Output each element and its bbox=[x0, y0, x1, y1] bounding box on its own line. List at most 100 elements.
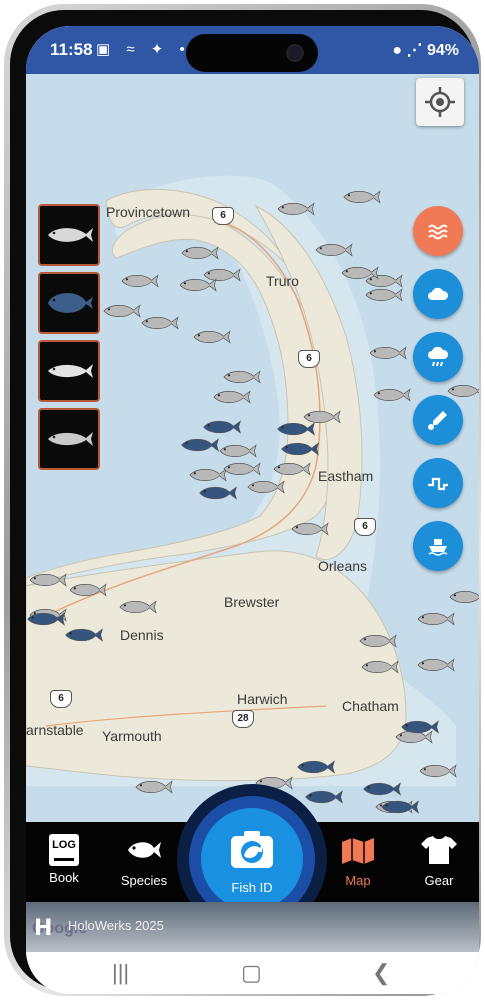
fish-marker[interactable] bbox=[274, 200, 318, 218]
species-thumbnail[interactable] bbox=[38, 340, 100, 402]
fish-marker[interactable] bbox=[416, 762, 460, 780]
fish-camera-icon bbox=[231, 831, 273, 868]
status-time: 11:58 bbox=[50, 40, 93, 59]
map-icon bbox=[342, 838, 374, 864]
fish-marker[interactable] bbox=[312, 241, 356, 259]
fish-marker[interactable] bbox=[216, 442, 260, 460]
thermometer-icon bbox=[428, 411, 447, 430]
flounder-marker[interactable] bbox=[64, 624, 104, 646]
place-label-brewster: Brewster bbox=[224, 594, 280, 610]
wave-pulse-icon bbox=[428, 477, 448, 491]
camera-cutout bbox=[186, 34, 318, 72]
fish-marker[interactable] bbox=[132, 778, 176, 796]
flounder-marker[interactable] bbox=[280, 438, 320, 460]
nav-gear-label: Gear bbox=[424, 873, 454, 888]
place-label-harwich: Harwich bbox=[237, 691, 288, 707]
tide-button[interactable] bbox=[413, 206, 463, 256]
temperature-button[interactable] bbox=[413, 395, 463, 445]
back-icon[interactable]: ❮ bbox=[372, 960, 390, 986]
fish-marker[interactable] bbox=[116, 598, 160, 616]
fish-marker[interactable] bbox=[446, 588, 479, 606]
fish-marker[interactable] bbox=[288, 520, 332, 538]
weather-button[interactable] bbox=[413, 269, 463, 319]
flounder-marker[interactable] bbox=[296, 756, 336, 778]
flounder-marker[interactable] bbox=[304, 786, 344, 808]
nav-gear[interactable]: Gear bbox=[404, 834, 474, 888]
phone-bezel: Provincetown Truro Eastham Orleans Brews… bbox=[10, 10, 479, 994]
status-battery-text: ● ⋰ 94% bbox=[392, 42, 459, 59]
place-label-eastham: Eastham bbox=[318, 468, 374, 484]
system-navigation-bar: ||| ▢ ❮ bbox=[26, 952, 479, 994]
place-label-orleans: Orleans bbox=[318, 558, 368, 574]
bluefish-icon bbox=[48, 432, 93, 446]
status-bar: 11:58 ▣ ≈ ✦ • ● ⋰ 94% bbox=[26, 26, 479, 74]
species-thumbnail[interactable] bbox=[38, 204, 100, 266]
nav-species-label: Species bbox=[120, 873, 168, 888]
recent-apps-icon[interactable]: ||| bbox=[112, 960, 129, 986]
nav-logbook[interactable]: LOG Book bbox=[29, 834, 99, 885]
flounder-marker[interactable] bbox=[198, 482, 238, 504]
fish-marker[interactable] bbox=[244, 478, 288, 496]
fish-icon bbox=[128, 842, 161, 858]
route-shield: 6 bbox=[354, 518, 376, 536]
fish-marker[interactable] bbox=[338, 264, 382, 282]
phone-frame: Provincetown Truro Eastham Orleans Brews… bbox=[4, 4, 481, 996]
species-thumbnail[interactable] bbox=[38, 408, 100, 470]
flounder-marker[interactable] bbox=[400, 716, 440, 738]
fish-marker[interactable] bbox=[178, 244, 222, 262]
fish-marker[interactable] bbox=[210, 388, 254, 406]
fish-marker[interactable] bbox=[190, 328, 234, 346]
fish-marker[interactable] bbox=[370, 386, 414, 404]
fish-marker[interactable] bbox=[270, 460, 314, 478]
copyright-text: HoloWerks 2025 bbox=[68, 918, 164, 933]
flounder-marker[interactable] bbox=[26, 608, 66, 630]
nav-map[interactable]: Map bbox=[323, 834, 393, 888]
place-label-barnstable: arnstable bbox=[26, 722, 84, 738]
holowerks-logo: H bbox=[34, 916, 53, 941]
logbook-icon: LOG bbox=[49, 834, 79, 866]
route-shield: 6 bbox=[298, 350, 320, 368]
flounder-icon bbox=[48, 293, 93, 313]
fish-marker[interactable] bbox=[26, 571, 70, 589]
nav-logbook-label: Book bbox=[49, 870, 79, 885]
boat-button[interactable] bbox=[413, 521, 463, 571]
rain-cloud-icon bbox=[428, 346, 449, 367]
fish-marker[interactable] bbox=[220, 368, 264, 386]
rain-button[interactable] bbox=[413, 332, 463, 382]
flounder-marker[interactable] bbox=[380, 796, 420, 818]
route-shield: 28 bbox=[232, 710, 254, 728]
nav-species[interactable]: Species bbox=[109, 834, 179, 888]
fish-id-label: Fish ID bbox=[231, 880, 273, 895]
route-shield: 6 bbox=[212, 207, 234, 225]
striped-bass-icon bbox=[48, 228, 93, 242]
pressure-button[interactable] bbox=[413, 458, 463, 508]
fish-marker[interactable] bbox=[220, 460, 264, 478]
fish-marker[interactable] bbox=[414, 656, 458, 674]
fish-marker[interactable] bbox=[356, 632, 400, 650]
fish-marker[interactable] bbox=[118, 272, 162, 290]
screen: Provincetown Truro Eastham Orleans Brews… bbox=[26, 26, 479, 994]
fish-marker[interactable] bbox=[362, 286, 406, 304]
place-label-truro: Truro bbox=[266, 273, 299, 289]
crosshair-icon bbox=[425, 87, 455, 117]
fish-marker[interactable] bbox=[176, 276, 220, 294]
flounder-marker[interactable] bbox=[180, 434, 220, 456]
route-shield: 6 bbox=[50, 690, 72, 708]
fish-marker[interactable] bbox=[138, 314, 182, 332]
camera-lens bbox=[286, 44, 304, 62]
species-thumbnail[interactable] bbox=[38, 272, 100, 334]
cloud-icon bbox=[428, 287, 449, 300]
my-location-button[interactable] bbox=[416, 78, 464, 126]
footer-banner: Google H HoloWerks 2025 bbox=[26, 902, 479, 952]
fish-marker[interactable] bbox=[358, 658, 402, 676]
fish-marker[interactable] bbox=[366, 344, 410, 362]
fish-marker[interactable] bbox=[66, 581, 110, 599]
flounder-marker[interactable] bbox=[276, 418, 316, 440]
fish-id-button[interactable]: Fish ID bbox=[201, 808, 303, 910]
fish-marker[interactable] bbox=[414, 610, 458, 628]
home-icon[interactable]: ▢ bbox=[241, 960, 262, 986]
shirt-icon bbox=[421, 836, 457, 864]
fish-marker[interactable] bbox=[340, 188, 384, 206]
logbook-icon-text: LOG bbox=[52, 839, 76, 851]
boat-icon bbox=[428, 539, 448, 556]
